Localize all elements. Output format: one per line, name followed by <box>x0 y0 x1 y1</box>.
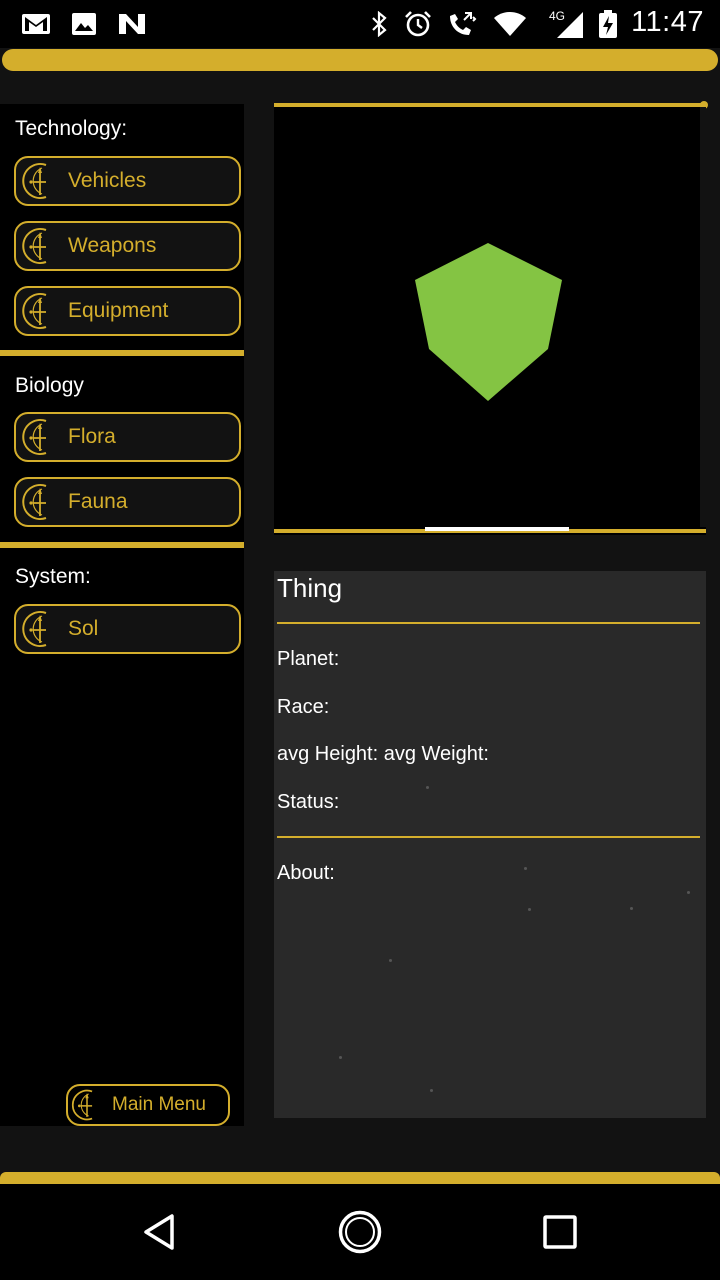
recents-icon <box>543 1215 577 1249</box>
biology-section-label: Biology <box>15 374 84 397</box>
weapons-button[interactable]: Weapons <box>14 221 241 271</box>
section-divider <box>0 542 252 548</box>
system-section-label: System: <box>15 565 91 588</box>
status-field: Status: <box>277 791 340 813</box>
clock: 11:47 <box>631 6 704 38</box>
weapons-label: Weapons <box>68 234 157 257</box>
compass-emblem-icon <box>22 611 47 647</box>
equipment-button[interactable]: Equipment <box>14 286 241 336</box>
battery-charging-icon <box>596 10 620 38</box>
top-accent-bar <box>2 49 718 71</box>
sol-button[interactable]: Sol <box>14 604 241 654</box>
compass-emblem-icon <box>22 228 47 264</box>
n-app-icon <box>116 10 148 38</box>
fauna-button[interactable]: Fauna <box>14 477 241 527</box>
gmail-icon <box>20 10 52 38</box>
star-dot <box>630 907 633 910</box>
star-dot <box>687 891 690 894</box>
compass-emblem-icon <box>22 293 47 329</box>
vehicles-label: Vehicles <box>68 169 147 192</box>
bluetooth-icon <box>368 10 390 38</box>
compass-emblem-icon <box>22 419 47 455</box>
vehicles-button[interactable]: Vehicles <box>14 156 241 206</box>
star-dot <box>426 786 429 789</box>
flora-button[interactable]: Flora <box>14 412 241 462</box>
planet-field: Planet: <box>277 648 340 670</box>
green-cube-model <box>415 243 562 401</box>
star-dot <box>524 867 527 870</box>
about-rule <box>277 836 700 838</box>
alarm-icon <box>402 10 434 38</box>
recents-button[interactable] <box>536 1208 584 1256</box>
compass-emblem-icon <box>71 1089 93 1121</box>
compass-emblem-icon <box>22 163 47 199</box>
cell-signal-icon: 4G <box>548 9 586 38</box>
status-bar: 4G 11:47 <box>0 0 720 48</box>
compass-emblem-icon <box>22 484 47 520</box>
sol-label: Sol <box>68 617 99 640</box>
network-type-label: 4G <box>549 9 565 23</box>
gallery-icon <box>70 10 98 38</box>
item-title: Thing <box>277 573 343 603</box>
main-menu-button[interactable]: Main Menu <box>66 1084 230 1126</box>
info-panel: Thing Planet: Race: avg Height: avg Weig… <box>274 571 706 1118</box>
viewer-scroll-indicator[interactable] <box>425 527 569 531</box>
wifi-icon <box>492 10 528 38</box>
category-sidebar: Technology: Vehicles Weapons Equipment B… <box>0 104 252 1126</box>
flora-label: Flora <box>68 425 116 448</box>
main-menu-label: Main Menu <box>112 1094 206 1115</box>
fauna-label: Fauna <box>68 490 128 513</box>
home-icon <box>338 1210 382 1254</box>
star-dot <box>528 908 531 911</box>
size-field: avg Height: avg Weight: <box>277 743 489 765</box>
viewer-right-edge <box>700 107 706 527</box>
call-forward-icon <box>446 10 478 38</box>
equipment-label: Equipment <box>68 299 169 322</box>
model-viewer[interactable] <box>274 101 708 535</box>
star-dot <box>430 1089 433 1092</box>
technology-section-label: Technology: <box>15 117 128 140</box>
bottom-accent-bar <box>0 1172 720 1184</box>
about-field: About: <box>277 862 335 884</box>
app-screen: Technology: Vehicles Weapons Equipment B… <box>0 48 720 1184</box>
system-nav-bar <box>0 1184 720 1280</box>
back-icon <box>144 1214 174 1250</box>
star-dot <box>339 1056 342 1059</box>
race-field: Race: <box>277 696 330 718</box>
star-dot <box>389 959 392 962</box>
title-rule <box>277 622 700 624</box>
home-button[interactable] <box>336 1208 384 1256</box>
sidebar-edge <box>244 104 252 1126</box>
section-divider <box>0 350 252 356</box>
back-button[interactable] <box>136 1208 184 1256</box>
